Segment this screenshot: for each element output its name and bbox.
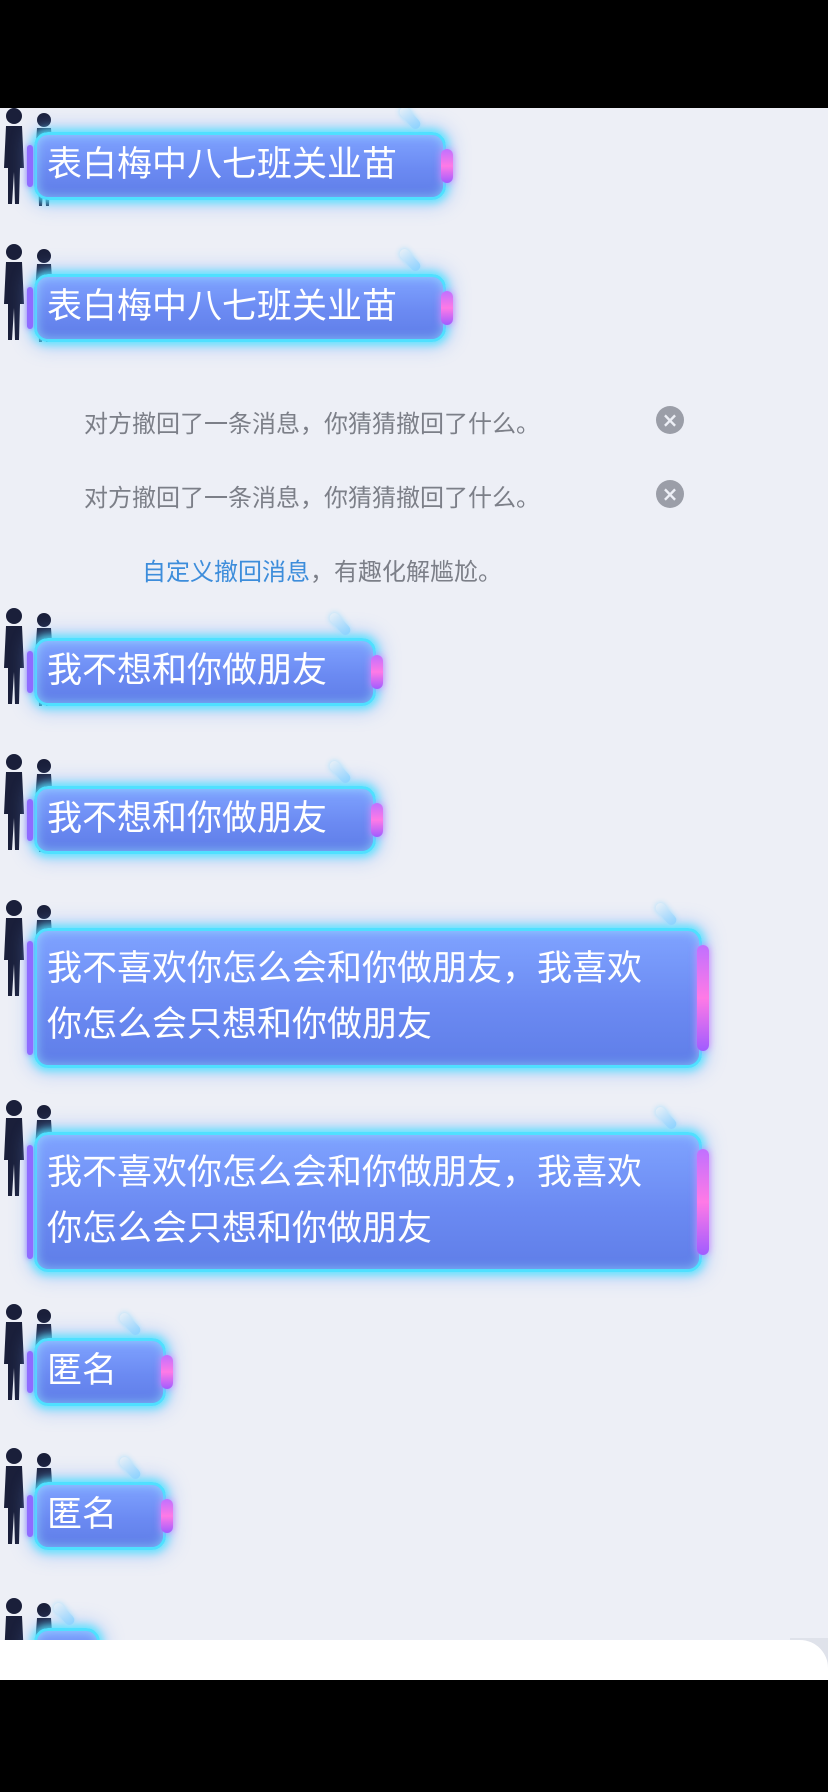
- bubble-spark: [117, 1454, 143, 1482]
- message-text: 我不想和你做朋友: [47, 799, 328, 839]
- message-row: 表白梅中八七班关业苗: [0, 108, 520, 218]
- close-circle-icon[interactable]: ×: [656, 406, 684, 434]
- bubble-left-glow: [27, 1495, 33, 1537]
- bubble-edge-glow: [697, 945, 709, 1051]
- custom-recall-link[interactable]: 自定义撤回消息: [142, 558, 310, 586]
- message-text: 匿名: [47, 1495, 118, 1535]
- bubble-spark: [327, 610, 353, 638]
- bubble-spark: [653, 1104, 679, 1132]
- bubble-edge-glow: [161, 1355, 174, 1389]
- message-bubble[interactable]: 表白梅中八七班关业苗: [27, 246, 454, 342]
- bubble-left-glow: [27, 651, 33, 693]
- bubble-edge-glow: [161, 1499, 174, 1533]
- message-row: 我不想和你做朋友: [0, 754, 440, 864]
- message-row: 我不想和你做朋友: [0, 608, 440, 718]
- message-row: 我不喜欢你怎么会和你做朋友，我喜欢你怎么会只想和你做朋友: [0, 1100, 720, 1272]
- bubble-spark: [117, 1310, 143, 1338]
- bubble-edge-glow: [697, 1149, 709, 1255]
- input-panel[interactable]: [0, 1640, 828, 1680]
- chat-message-list[interactable]: 表白梅中八七班关业苗 表白梅中八七班关业苗 对方撤回了一条消息，你猜猜撤回了什么…: [0, 108, 828, 1640]
- custom-recall-text: ，有趣化解尴尬。: [310, 558, 502, 586]
- close-circle-icon[interactable]: ×: [656, 480, 684, 508]
- message-bubble-partial[interactable]: [34, 1600, 100, 1640]
- message-row: 匿名: [0, 1304, 220, 1414]
- message-bubble[interactable]: 我不想和你做朋友: [27, 758, 384, 854]
- message-bubble[interactable]: 我不想和你做朋友: [27, 610, 384, 706]
- message-text: 我不想和你做朋友: [47, 651, 328, 691]
- bubble-spark: [397, 108, 423, 132]
- recall-notice: 对方撤回了一条消息，你猜猜撤回了什么。: [84, 478, 540, 513]
- bubble-left-glow: [27, 941, 33, 1055]
- recall-notice-text: 对方撤回了一条消息，你猜猜撤回了什么。: [84, 410, 540, 438]
- custom-recall-hint: 自定义撤回消息，有趣化解尴尬。: [142, 552, 502, 587]
- bubble-left-glow: [27, 145, 33, 187]
- recall-notice: 对方撤回了一条消息，你猜猜撤回了什么。: [84, 404, 540, 439]
- message-row: 表白梅中八七班关业苗: [0, 244, 520, 354]
- message-bubble[interactable]: 匿名: [27, 1310, 174, 1406]
- bubble-edge-glow: [441, 291, 454, 325]
- message-bubble[interactable]: 我不喜欢你怎么会和你做朋友，我喜欢你怎么会只想和你做朋友: [27, 1104, 709, 1272]
- message-text: 我不喜欢你怎么会和你做朋友，我喜欢你怎么会只想和你做朋友: [47, 949, 643, 1045]
- bubble-left-glow: [27, 1351, 33, 1393]
- bubble-spark: [397, 246, 423, 274]
- message-bubble[interactable]: 我不喜欢你怎么会和你做朋友，我喜欢你怎么会只想和你做朋友: [27, 900, 709, 1068]
- message-bubble[interactable]: 匿名: [27, 1454, 174, 1550]
- message-text: 我不喜欢你怎么会和你做朋友，我喜欢你怎么会只想和你做朋友: [47, 1153, 643, 1249]
- message-row: 我不喜欢你怎么会和你做朋友，我喜欢你怎么会只想和你做朋友: [0, 900, 720, 1068]
- bubble-left-glow: [27, 287, 33, 329]
- recall-notice-text: 对方撤回了一条消息，你猜猜撤回了什么。: [84, 484, 540, 512]
- message-bubble[interactable]: 表白梅中八七班关业苗: [27, 108, 454, 200]
- bubble-edge-glow: [441, 149, 454, 183]
- status-bar: [0, 0, 828, 108]
- bubble-spark: [653, 900, 679, 928]
- bubble-left-glow: [27, 799, 33, 841]
- bubble-edge-glow: [371, 803, 384, 837]
- message-text: 表白梅中八七班关业苗: [47, 145, 398, 185]
- bubble-left-glow: [27, 1145, 33, 1259]
- bubble-edge-glow: [371, 655, 384, 689]
- message-row: 匿名: [0, 1448, 220, 1558]
- navigation-bar: [0, 1680, 828, 1792]
- message-text: 表白梅中八七班关业苗: [47, 287, 398, 327]
- message-row-partial: [0, 1598, 220, 1640]
- bubble-spark: [327, 758, 353, 786]
- message-text: 匿名: [47, 1351, 118, 1391]
